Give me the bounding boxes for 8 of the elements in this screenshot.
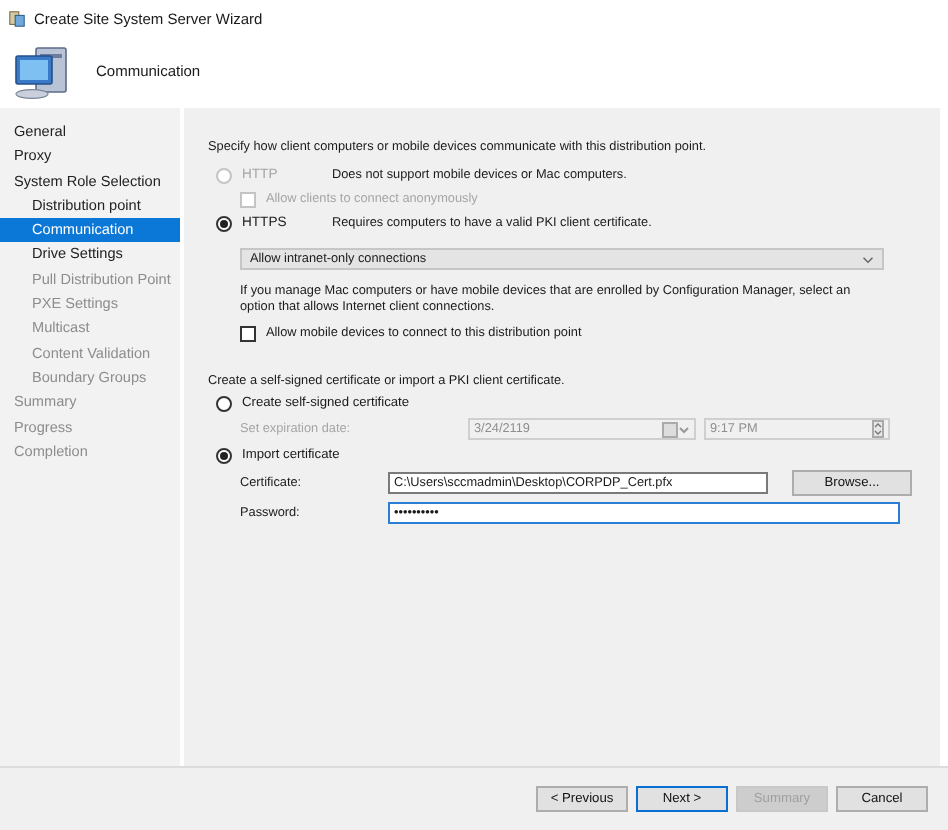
spinner-icon[interactable] (872, 420, 884, 438)
chevron-icon (862, 255, 874, 263)
checkbox[interactable] (240, 326, 256, 342)
radio-button[interactable] (216, 396, 232, 412)
wizard-icon (8, 9, 26, 27)
radio-button[interactable] (216, 448, 232, 464)
radio-button[interactable] (216, 216, 232, 232)
computer-icon (12, 43, 72, 99)
